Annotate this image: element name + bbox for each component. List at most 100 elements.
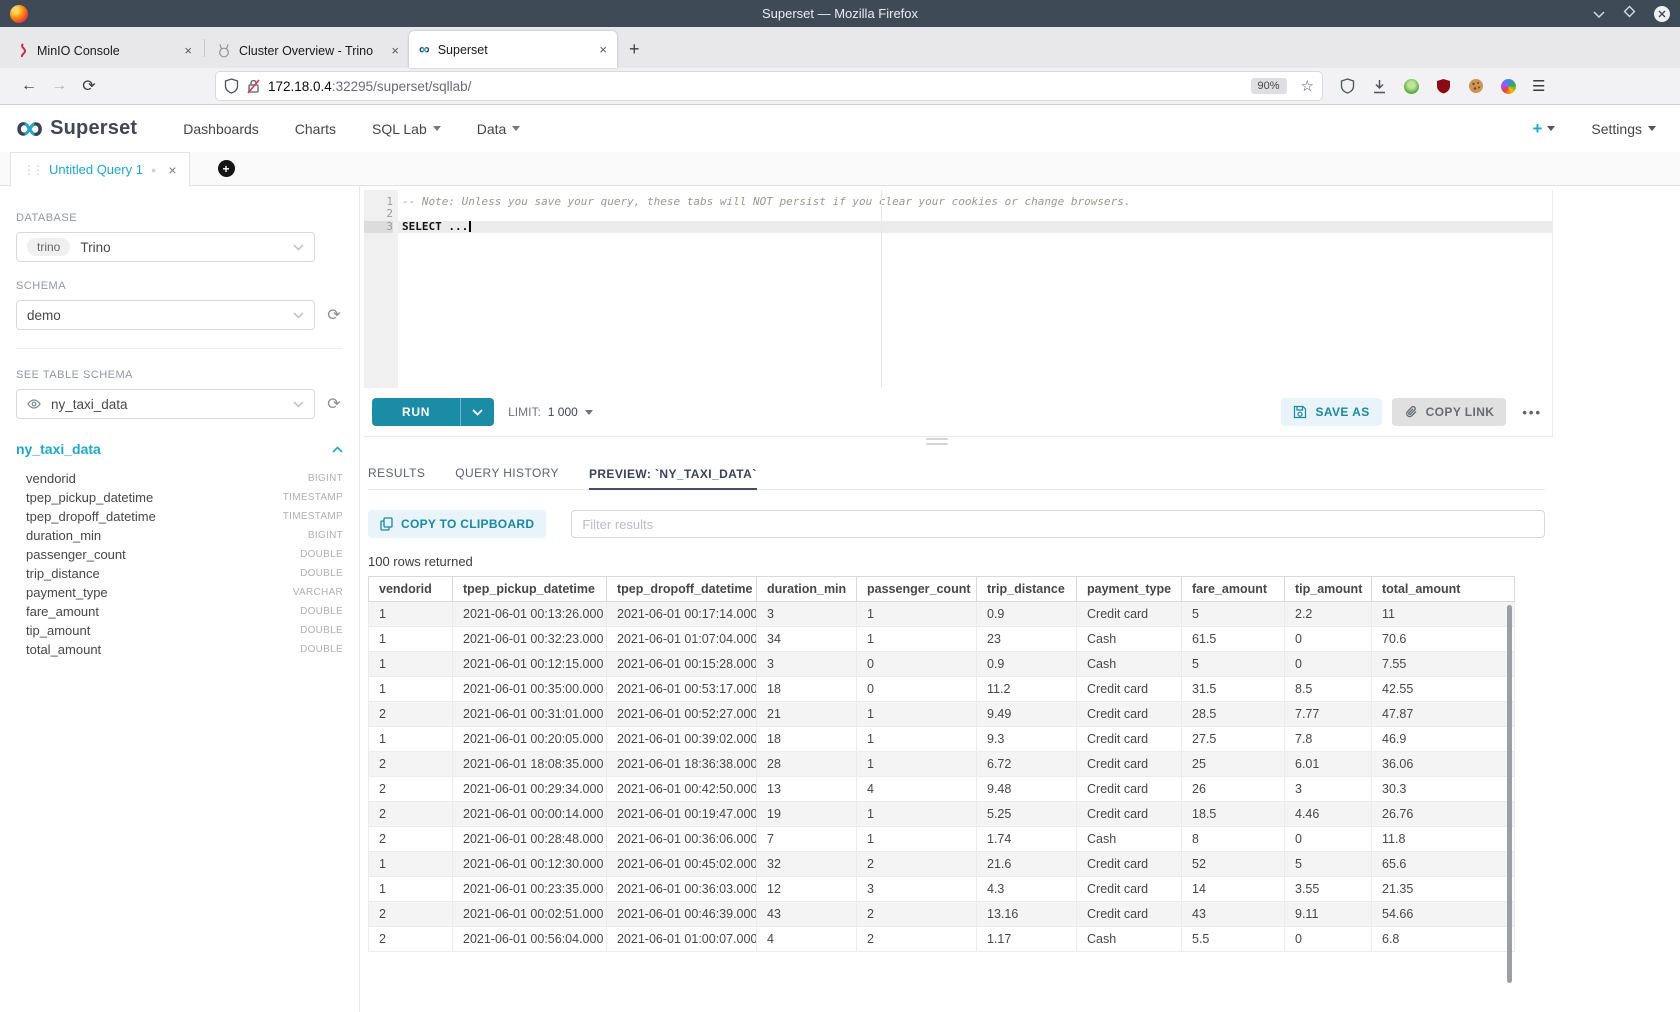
chevron-down-icon bbox=[293, 312, 304, 319]
new-tab-button[interactable]: + bbox=[629, 39, 640, 60]
table-schema-header[interactable]: ny_taxi_data bbox=[16, 441, 343, 457]
table-row[interactable]: 12021-06-01 00:12:30.0002021-06-01 00:45… bbox=[369, 852, 1515, 877]
schema-select[interactable]: demo bbox=[16, 300, 315, 330]
pane-resize-handle[interactable] bbox=[926, 438, 948, 445]
browser-tab-superset[interactable]: ∞∞ Superset × bbox=[409, 31, 617, 68]
insecure-lock-icon[interactable] bbox=[247, 78, 260, 94]
table-row[interactable]: 22021-06-01 00:02:51.0002021-06-01 00:46… bbox=[369, 902, 1515, 927]
run-dropdown-button[interactable] bbox=[460, 398, 494, 426]
browser-tab-trino[interactable]: Cluster Overview - Trino × bbox=[207, 33, 409, 68]
extension-green-icon[interactable] bbox=[1404, 79, 1419, 94]
table-cell: 1 bbox=[857, 827, 977, 852]
tab-close-icon[interactable]: × bbox=[184, 43, 192, 58]
table-cell: 2 bbox=[369, 902, 453, 927]
nav-item-data[interactable]: Data bbox=[477, 121, 521, 137]
table-cell: 9.49 bbox=[977, 702, 1077, 727]
editor-sql-line[interactable]: SELECT ... bbox=[398, 221, 1552, 233]
column-header[interactable]: total_amount bbox=[1372, 577, 1515, 602]
column-header[interactable]: trip_distance bbox=[977, 577, 1077, 602]
column-header[interactable]: tip_amount bbox=[1285, 577, 1372, 602]
url-text[interactable]: 172.18.0.4:32295/superset/sqllab/ bbox=[268, 79, 471, 94]
column-header[interactable]: fare_amount bbox=[1182, 577, 1285, 602]
column-header[interactable]: tpep_dropoff_datetime bbox=[607, 577, 757, 602]
superset-brand[interactable]: Superset bbox=[50, 117, 137, 140]
browser-tab-minio[interactable]: MinIO Console × bbox=[6, 33, 202, 68]
copy-to-clipboard-button[interactable]: COPY TO CLIPBOARD bbox=[368, 510, 546, 538]
reload-button[interactable]: ⟳ bbox=[74, 76, 104, 96]
table-row[interactable]: 12021-06-01 00:32:23.0002021-06-01 01:07… bbox=[369, 627, 1515, 652]
column-name: trip_distance bbox=[26, 566, 100, 581]
zoom-level-badge[interactable]: 90% bbox=[1251, 78, 1287, 94]
copy-link-button[interactable]: COPY LINK bbox=[1392, 398, 1507, 426]
table-cell: 61.5 bbox=[1182, 627, 1285, 652]
table-row[interactable]: 12021-06-01 00:23:35.0002021-06-01 00:36… bbox=[369, 877, 1515, 902]
table-cell: 5.5 bbox=[1182, 927, 1285, 952]
superset-logo[interactable]: ∞∞ bbox=[16, 114, 43, 143]
column-name: passenger_count bbox=[26, 547, 126, 562]
run-button[interactable]: RUN bbox=[372, 398, 460, 426]
table-row[interactable]: 22021-06-01 00:29:34.0002021-06-01 00:42… bbox=[369, 777, 1515, 802]
column-header[interactable]: vendorid bbox=[369, 577, 453, 602]
more-actions-button[interactable]: ••• bbox=[1522, 405, 1542, 420]
column-header[interactable]: duration_min bbox=[757, 577, 857, 602]
table-row[interactable]: 12021-06-01 00:12:15.0002021-06-01 00:15… bbox=[369, 652, 1515, 677]
table-row[interactable]: 22021-06-01 00:28:48.0002021-06-01 00:36… bbox=[369, 827, 1515, 852]
nav-item-dashboards[interactable]: Dashboards bbox=[183, 121, 259, 137]
query-tab-label[interactable]: Untitled Query 1 bbox=[49, 162, 143, 177]
new-item-button[interactable]: + bbox=[1532, 119, 1555, 139]
window-close-button[interactable] bbox=[1654, 6, 1670, 22]
table-cell: 27.5 bbox=[1182, 727, 1285, 752]
drag-handle-icon[interactable]: ⋮⋮ bbox=[23, 163, 41, 177]
query-tab-untitled[interactable]: ⋮⋮ Untitled Query 1 ● × bbox=[10, 152, 190, 186]
table-row[interactable]: 22021-06-01 18:08:35.0002021-06-01 18:36… bbox=[369, 752, 1515, 777]
settings-menu[interactable]: Settings bbox=[1591, 121, 1656, 137]
window-minimize-button[interactable] bbox=[1593, 5, 1605, 23]
shield-icon[interactable] bbox=[224, 78, 239, 94]
hamburger-menu-icon[interactable]: ☰ bbox=[1532, 77, 1545, 95]
column-name: tpep_dropoff_datetime bbox=[26, 509, 156, 524]
window-maximize-button[interactable] bbox=[1623, 5, 1636, 23]
table-row[interactable]: 22021-06-01 00:56:04.0002021-06-01 01:00… bbox=[369, 927, 1515, 952]
table-row[interactable]: 12021-06-01 00:20:05.0002021-06-01 00:39… bbox=[369, 727, 1515, 752]
bookmark-star-icon[interactable]: ☆ bbox=[1301, 77, 1314, 95]
table-cell: 7.8 bbox=[1285, 727, 1372, 752]
column-name: duration_min bbox=[26, 528, 101, 543]
column-header[interactable]: payment_type bbox=[1077, 577, 1182, 602]
column-header[interactable]: passenger_count bbox=[857, 577, 977, 602]
tab-close-icon[interactable]: × bbox=[391, 43, 399, 58]
protections-shield-icon[interactable] bbox=[1340, 78, 1355, 94]
tab-close-icon[interactable]: × bbox=[599, 42, 607, 57]
tab-preview-ny-taxi-data[interactable]: PREVIEW: `NY_TAXI_DATA` bbox=[589, 467, 757, 490]
refresh-schemas-icon[interactable]: ⟳ bbox=[325, 305, 343, 325]
table-row[interactable]: 22021-06-01 00:00:14.0002021-06-01 00:19… bbox=[369, 802, 1515, 827]
tab-query-history[interactable]: QUERY HISTORY bbox=[455, 466, 559, 489]
table-cell: 2021-06-01 00:31:01.000 bbox=[453, 702, 607, 727]
editor-blank-line[interactable] bbox=[398, 208, 1552, 220]
table-row[interactable]: 12021-06-01 00:13:26.0002021-06-01 00:17… bbox=[369, 602, 1515, 627]
query-tab-close-icon[interactable]: × bbox=[168, 162, 176, 178]
save-as-button[interactable]: SAVE AS bbox=[1281, 398, 1381, 426]
downloads-icon[interactable] bbox=[1372, 79, 1387, 94]
table-select[interactable]: ny_taxi_data bbox=[16, 389, 315, 419]
table-row[interactable]: 22021-06-01 00:31:01.0002021-06-01 00:52… bbox=[369, 702, 1515, 727]
nav-item-charts[interactable]: Charts bbox=[295, 121, 336, 137]
tab-results[interactable]: RESULTS bbox=[368, 466, 425, 489]
add-query-tab-button[interactable]: + bbox=[218, 160, 235, 177]
table-cell: Cash bbox=[1077, 652, 1182, 677]
table-scrollbar-thumb[interactable] bbox=[1507, 605, 1512, 983]
filter-results-input[interactable] bbox=[571, 510, 1545, 538]
sql-editor[interactable]: 1 2 3 -- Note: Unless you save your quer… bbox=[364, 190, 1552, 388]
extension-colorful-icon[interactable] bbox=[1501, 79, 1516, 94]
database-select[interactable]: trino Trino bbox=[16, 232, 315, 262]
table-row[interactable]: 12021-06-01 00:35:00.0002021-06-01 00:53… bbox=[369, 677, 1515, 702]
column-header[interactable]: tpep_pickup_datetime bbox=[453, 577, 607, 602]
url-bar[interactable]: 172.18.0.4:32295/superset/sqllab/ 90% ☆ bbox=[216, 72, 1322, 100]
nav-item-sql-lab[interactable]: SQL Lab bbox=[372, 121, 441, 137]
limit-dropdown[interactable]: LIMIT: 1 000 bbox=[508, 405, 593, 419]
cookie-icon[interactable] bbox=[1468, 78, 1484, 94]
editor-comment-line[interactable]: -- Note: Unless you save your query, the… bbox=[398, 196, 1552, 208]
back-button[interactable]: ← bbox=[14, 77, 44, 95]
ublock-shield-icon[interactable] bbox=[1436, 78, 1451, 94]
refresh-tables-icon[interactable]: ⟳ bbox=[325, 394, 343, 414]
table-cell: 1 bbox=[369, 627, 453, 652]
